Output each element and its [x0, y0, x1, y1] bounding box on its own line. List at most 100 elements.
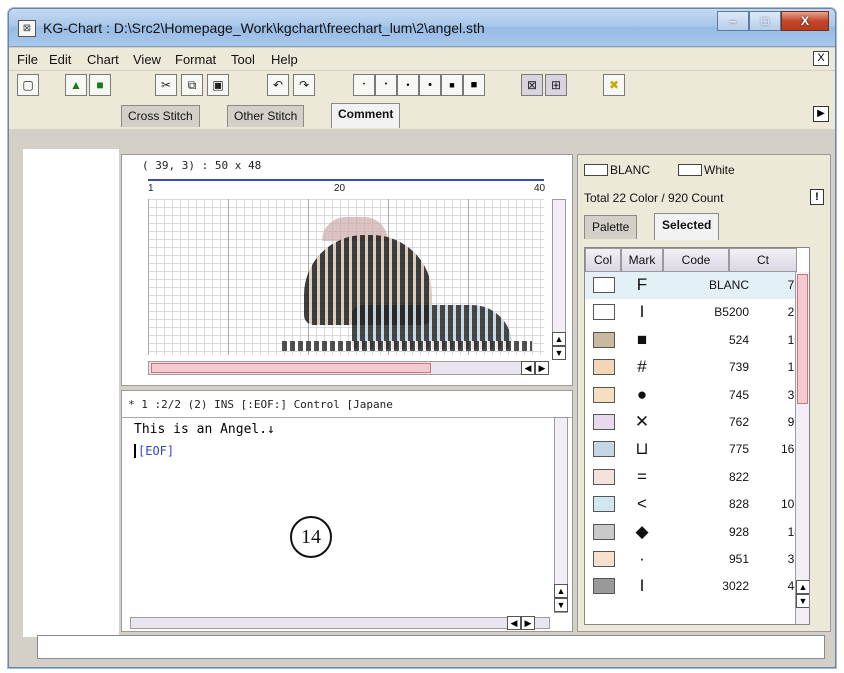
stitch-size-6-icon[interactable]: ■: [463, 74, 485, 96]
bg-color-label: BLANC: [610, 163, 651, 177]
scroll-left-icon[interactable]: ◀: [507, 616, 521, 630]
color-swatch: [593, 277, 615, 293]
chart-ruler: 1 20 40: [148, 179, 546, 199]
stitch-mark: ⊔: [635, 439, 649, 459]
table-row[interactable]: ● 74533: [585, 382, 809, 409]
tab-comment[interactable]: Comment: [331, 103, 401, 128]
color-swatch: [593, 496, 615, 513]
callout-number: 14: [290, 516, 332, 558]
chart-horizontal-scrollbar[interactable]: ◀ ▶: [148, 361, 549, 375]
scroll-down-icon[interactable]: ▼: [796, 594, 809, 608]
tab-cross-stitch[interactable]: Cross Stitch: [121, 105, 200, 127]
color-swatch: [593, 551, 615, 567]
left-gutter: [23, 149, 119, 637]
table-row[interactable]: ■ 52410: [585, 327, 809, 354]
fabric-swatch[interactable]: [678, 164, 703, 176]
title-bar[interactable]: ⊠ KG-Chart : D:\Src2\Homepage_Work\kgcha…: [9, 9, 835, 47]
menu-chart[interactable]: Chart: [87, 52, 119, 67]
cross-tool-icon[interactable]: ✖: [603, 74, 625, 96]
scroll-right-icon[interactable]: ▶: [521, 616, 535, 630]
scroll-down-icon[interactable]: ▼: [554, 598, 568, 612]
tab-other-stitch[interactable]: Other Stitch: [227, 105, 305, 127]
scroll-up-icon[interactable]: ▲: [796, 580, 809, 594]
minimize-button[interactable]: –: [717, 11, 749, 31]
info-button[interactable]: !: [810, 189, 824, 205]
thread-code: 739: [728, 360, 749, 375]
table-row[interactable]: I B520027: [585, 299, 809, 326]
scroll-up-icon[interactable]: ▲: [554, 584, 568, 598]
table-row[interactable]: <828 107: [585, 491, 809, 518]
editor-horizontal-scrollbar[interactable]: ◀ ▶: [130, 616, 550, 630]
thread-code: 822: [728, 469, 749, 484]
open-folder-icon[interactable]: ▲: [65, 74, 87, 96]
maximize-button[interactable]: □: [749, 11, 781, 31]
menu-tool[interactable]: Tool: [231, 52, 255, 67]
new-file-icon[interactable]: ▢: [17, 74, 39, 96]
thread-code: 745: [728, 387, 749, 402]
table-row[interactable]: F BLANC78: [585, 272, 809, 299]
stitch-size-3-icon[interactable]: •: [397, 74, 419, 96]
menu-file[interactable]: File: [17, 52, 38, 67]
chart-vertical-scrollbar[interactable]: ▲ ▼: [552, 199, 566, 360]
ruler-mark: 40: [534, 183, 546, 194]
cross-grid-icon[interactable]: ⊠: [521, 74, 543, 96]
editor-text-line[interactable]: This is an Angel.↓: [134, 422, 275, 437]
col-header-mark[interactable]: Mark: [621, 248, 663, 272]
stitch-size-4-icon[interactable]: •: [419, 74, 441, 96]
color-swatch: [593, 414, 615, 430]
panel-toggle-icon[interactable]: ▶: [813, 106, 829, 122]
copy-icon[interactable]: ⧉: [181, 74, 203, 96]
child-close-button[interactable]: X: [813, 51, 829, 66]
stitch-size-5-icon[interactable]: ■: [441, 74, 463, 96]
undo-icon[interactable]: ↶: [267, 74, 289, 96]
scroll-up-icon[interactable]: ▲: [552, 332, 566, 346]
scroll-thumb[interactable]: [797, 274, 808, 404]
table-row[interactable]: I 302244: [585, 573, 809, 600]
stitch-mark: I: [639, 302, 645, 322]
save-icon[interactable]: ■: [89, 74, 111, 96]
table-row[interactable]: · 95137: [585, 546, 809, 573]
editor-vertical-scrollbar[interactable]: ▲ ▼: [554, 417, 568, 613]
thread-code: 524: [728, 332, 749, 347]
cross-stitch-app-icon[interactable]: ⊠: [18, 20, 36, 37]
table-vertical-scrollbar[interactable]: ▲ ▼: [795, 272, 809, 624]
stitch-size-1-icon[interactable]: •: [353, 74, 375, 96]
menu-help[interactable]: Help: [271, 52, 298, 67]
window-title: KG-Chart : D:\Src2\Homepage_Work\kgchart…: [43, 20, 485, 36]
scroll-right-icon[interactable]: ▶: [535, 361, 549, 375]
paste-icon[interactable]: ▣: [207, 74, 229, 96]
col-header-code[interactable]: Code: [663, 248, 729, 272]
stitch-mark: =: [637, 466, 647, 486]
cut-icon[interactable]: ✂: [155, 74, 177, 96]
col-header-ct[interactable]: Ct: [729, 248, 797, 272]
cursor-coords: ( 39, 3) : 50 x 48: [142, 159, 262, 172]
table-row[interactable]: = 8227: [585, 464, 809, 491]
stitch-mark: ✕: [634, 412, 650, 431]
table-row[interactable]: ◆ 92814: [585, 519, 809, 546]
table-row[interactable]: ⊔ 775 166: [585, 436, 809, 463]
stitch-size-2-icon[interactable]: •: [375, 74, 397, 96]
redo-icon[interactable]: ↷: [293, 74, 315, 96]
stitch-count: 33: [751, 388, 801, 402]
comment-editor[interactable]: * 1 :2/2 (2) INS [:EOF:] Control [Japane…: [121, 390, 573, 632]
stitch-mark: ◆: [635, 521, 649, 541]
color-table: Col Mark Code Ct F BLANC78 I B520027 ■ 52410 #…: [584, 247, 810, 625]
thread-code: BLANC: [708, 278, 749, 292]
tab-selected[interactable]: Selected: [654, 213, 720, 240]
thread-code: 828: [728, 497, 749, 512]
table-row[interactable]: #73916: [585, 354, 809, 381]
color-swatch: [593, 523, 615, 540]
close-button[interactable]: X: [781, 11, 829, 31]
col-header-col[interactable]: Col: [585, 248, 621, 272]
menu-format[interactable]: Format: [175, 52, 216, 67]
scroll-thumb[interactable]: [151, 363, 431, 373]
menu-view[interactable]: View: [133, 52, 161, 67]
editor-eof-marker: [EOF]: [134, 444, 174, 458]
grid-view-icon[interactable]: ⊞: [545, 74, 567, 96]
tab-palette[interactable]: Palette: [584, 215, 638, 239]
scroll-left-icon[interactable]: ◀: [521, 361, 535, 375]
table-row[interactable]: ✕ 76296: [585, 409, 809, 436]
scroll-down-icon[interactable]: ▼: [552, 346, 566, 360]
bg-swatch[interactable]: [584, 164, 608, 176]
menu-edit[interactable]: Edit: [49, 52, 71, 67]
